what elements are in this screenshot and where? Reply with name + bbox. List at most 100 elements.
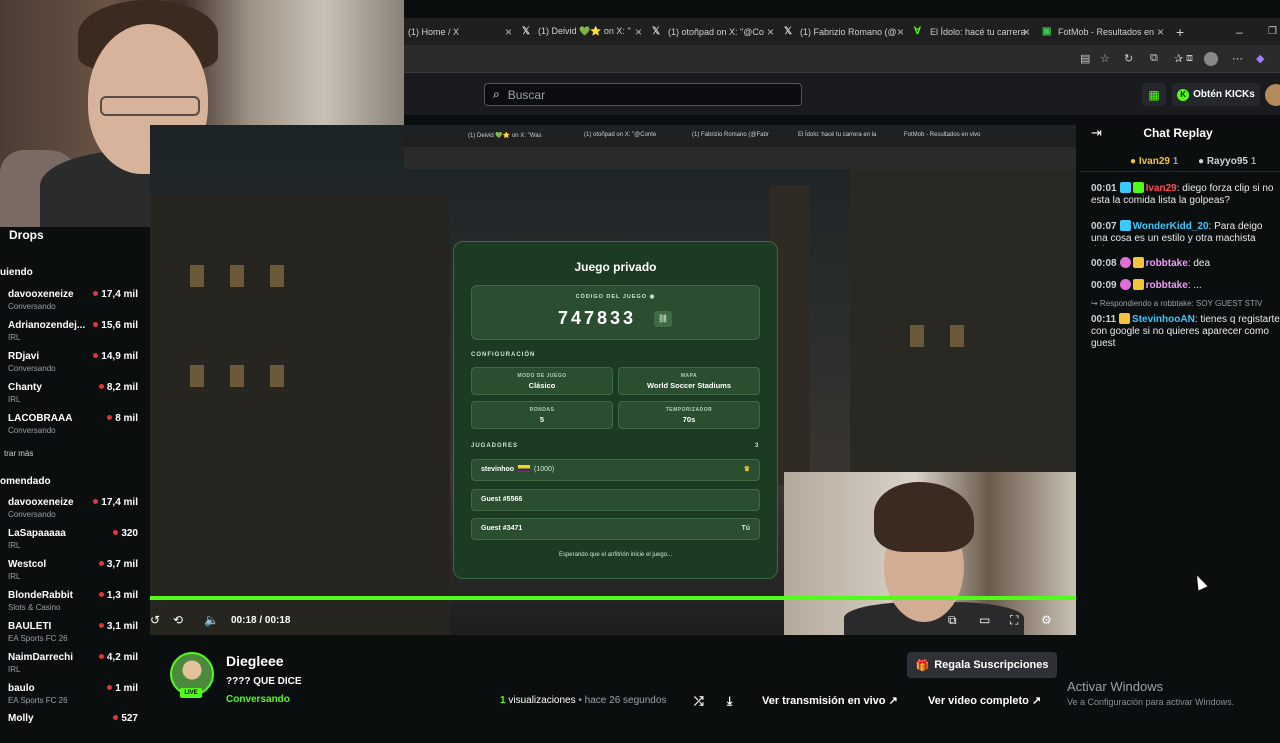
theater-mode-icon[interactable]: ▭ bbox=[979, 613, 990, 627]
top-gifters: ● Ivan29 1 ● Rayyo95 1 bbox=[1080, 150, 1280, 172]
sidebar-channel[interactable]: NaimDarrechi IRL 4,2 mil bbox=[8, 652, 142, 682]
rewind-icon[interactable]: ⟲ bbox=[173, 613, 183, 627]
windows-activation-watermark: Activar Windows bbox=[1067, 679, 1164, 694]
viewer-count: 8 mil bbox=[107, 413, 138, 424]
chat-username[interactable]: Ivan29 bbox=[1146, 183, 1177, 194]
watch-live-button[interactable]: Ver transmisión en vivo ↗ bbox=[762, 690, 898, 712]
close-tab-icon[interactable]: × bbox=[767, 25, 774, 39]
gift-subs-button[interactable]: 🎁 Regala Suscripciones bbox=[907, 652, 1057, 678]
viewer-count: 1,3 mil bbox=[99, 590, 138, 601]
player-name: stevinhoo bbox=[481, 466, 515, 473]
watch-full-video-button[interactable]: Ver video completo ↗ bbox=[928, 690, 1041, 712]
settings-gear-icon[interactable]: ⚙ bbox=[1041, 613, 1052, 627]
sidebar-channel[interactable]: BlondeRabbit Slots & Casino 1,3 mil bbox=[8, 590, 142, 620]
viewer-count: 3,1 mil bbox=[99, 621, 138, 632]
volume-icon[interactable]: 🔈 bbox=[204, 613, 219, 627]
tab-label: FotMob - Resultados en bbox=[1058, 26, 1155, 37]
following-title: uiendo bbox=[0, 267, 33, 278]
x-icon: 𝕏 bbox=[652, 26, 661, 37]
eye-icon[interactable]: ◉ bbox=[650, 294, 656, 300]
reader-icon[interactable]: ▤ bbox=[1080, 52, 1090, 65]
recorded-tab: (1) otoñpad on X: "@Conte bbox=[584, 132, 657, 138]
stream-category[interactable]: Conversando bbox=[226, 694, 290, 705]
sidebar-channel[interactable]: Molly 527 bbox=[8, 713, 142, 743]
browser-tab-6[interactable]: ▣ FotMob - Resultados en × bbox=[1038, 18, 1168, 45]
fullscreen-icon[interactable]: ⛶ bbox=[1010, 613, 1018, 628]
browser-tab-5[interactable]: Ɐ El Ídolo: hacé tu carrera × bbox=[910, 18, 1034, 45]
more-menu-icon[interactable]: ⋯ bbox=[1232, 52, 1243, 65]
player-row: Guest #3471 Tú bbox=[471, 518, 760, 540]
get-kicks-button[interactable]: K Obtén KICKs bbox=[1172, 83, 1260, 106]
copy-link-icon[interactable]: ⛓ bbox=[654, 311, 672, 327]
close-tab-icon[interactable]: × bbox=[897, 25, 904, 39]
sidebar-channel[interactable]: LaSapaaaaa IRL 320 bbox=[8, 528, 142, 558]
user-avatar[interactable] bbox=[1265, 84, 1280, 106]
profile-icon[interactable] bbox=[1204, 52, 1218, 66]
chat-username[interactable]: robbtake bbox=[1146, 258, 1188, 269]
sidebar-channel[interactable]: davooxeneize Conversando 17,4 mil bbox=[8, 497, 142, 527]
gifter[interactable]: ● Ivan29 1 bbox=[1130, 156, 1178, 167]
chat-username[interactable]: StevinhooAN bbox=[1132, 314, 1195, 325]
drops-link[interactable]: Drops bbox=[9, 228, 44, 242]
progress-bar[interactable] bbox=[150, 596, 1076, 600]
browser-tab-2[interactable]: 𝕏 (1) Deivid 💚⭐ on X: " × bbox=[518, 18, 646, 45]
crown-icon: ♛ bbox=[743, 466, 750, 473]
search-input[interactable]: ⌕ Buscar bbox=[484, 83, 802, 106]
show-more-link[interactable]: trar más bbox=[4, 449, 33, 458]
sidebar-channel[interactable]: RDjavi Conversando 14,9 mil bbox=[8, 351, 142, 381]
download-icon[interactable]: ⤓ bbox=[727, 690, 732, 712]
view-count: 1 visualizaciones • hace 26 segundos bbox=[500, 695, 667, 706]
close-tab-icon[interactable]: × bbox=[1157, 25, 1164, 39]
recorded-browser-toolbar bbox=[404, 147, 1076, 169]
chat-username[interactable]: WonderKidd_20 bbox=[1133, 221, 1209, 232]
colombia-flag-icon bbox=[518, 465, 531, 472]
kicks-label: Obtén KICKs bbox=[1193, 89, 1255, 100]
sidebar-channel[interactable]: baulo EA Sports FC 26 1 mil bbox=[8, 683, 142, 713]
pip-icon[interactable]: ⧉ bbox=[948, 613, 957, 628]
sidebar-channel[interactable]: Westcol IRL 3,7 mil bbox=[8, 559, 142, 589]
replay-icon[interactable]: ↺ bbox=[150, 613, 160, 627]
minimize-icon[interactable]: – bbox=[1232, 18, 1246, 45]
channel-name: Molly bbox=[8, 713, 34, 724]
player-name: Guest #5566 bbox=[481, 496, 523, 503]
sidebar-channel[interactable]: Adrianozendej... IRL 15,6 mil bbox=[8, 320, 142, 350]
browser-tab-4[interactable]: 𝕏 (1) Fabrizio Romano (@ × bbox=[780, 18, 908, 45]
streamer-name[interactable]: Diegleee bbox=[226, 653, 284, 669]
favorite-star-icon[interactable]: ☆ bbox=[1100, 52, 1110, 65]
recommended-title: omendado bbox=[0, 476, 51, 487]
sidebar-channel[interactable]: BAULETI EA Sports FC 26 3,1 mil bbox=[8, 621, 142, 651]
config-mode: MODO DE JUEGO Clásico bbox=[471, 367, 613, 395]
kick-coin-icon: K bbox=[1177, 88, 1190, 101]
chat-username[interactable]: robbtake bbox=[1146, 280, 1188, 291]
channel-name: BlondeRabbit bbox=[8, 590, 73, 601]
channel-category: Conversando bbox=[8, 426, 56, 435]
close-tab-icon[interactable]: × bbox=[1023, 25, 1030, 39]
close-tab-icon[interactable]: × bbox=[635, 25, 642, 39]
sidebar-channel[interactable]: davooxeneize Conversando 17,4 mil bbox=[8, 289, 142, 319]
store-icon[interactable]: ▦ bbox=[1142, 83, 1166, 106]
channel-name: NaimDarrechi bbox=[8, 652, 74, 663]
viewer-count: 4,2 mil bbox=[99, 652, 138, 663]
restore-icon[interactable]: ❐ bbox=[1264, 18, 1278, 45]
external-link-icon: ↗ bbox=[888, 695, 898, 707]
channel-name: BAULETI bbox=[8, 621, 52, 632]
gifter[interactable]: ● Rayyo95 1 bbox=[1198, 156, 1256, 167]
extensions-icon[interactable]: ⧉ bbox=[1150, 52, 1158, 65]
viewer-count: 527 bbox=[113, 713, 138, 724]
channel-category: IRL bbox=[8, 572, 21, 581]
browser-tab-3[interactable]: 𝕏 (1) otoñpad on X: "@Co × bbox=[648, 18, 778, 45]
share-icon[interactable]: ⤮ bbox=[694, 690, 704, 712]
channel-category: Conversando bbox=[8, 302, 56, 311]
new-tab-button[interactable]: + bbox=[1172, 18, 1192, 45]
player-elo: (1000) bbox=[534, 466, 555, 473]
copilot-icon[interactable]: ◆ bbox=[1256, 52, 1264, 65]
chat-message: 00:07 WonderKidd_20: Para deigo una cosa … bbox=[1091, 220, 1263, 246]
browser-tab-1[interactable]: (1) Home / X × bbox=[404, 18, 516, 45]
sidebar-channel[interactable]: Chanty IRL 8,2 mil bbox=[8, 382, 142, 412]
refresh-icon[interactable]: ↻ bbox=[1124, 52, 1133, 65]
sidebar-channel[interactable]: LACOBRAAA Conversando 8 mil bbox=[8, 413, 142, 443]
channel-category: EA Sports FC 26 bbox=[8, 634, 68, 643]
favorites-icon[interactable]: ✰ bbox=[1174, 52, 1183, 65]
collections-icon[interactable]: ⧈ bbox=[1186, 52, 1193, 65]
close-tab-icon[interactable]: × bbox=[505, 25, 512, 39]
